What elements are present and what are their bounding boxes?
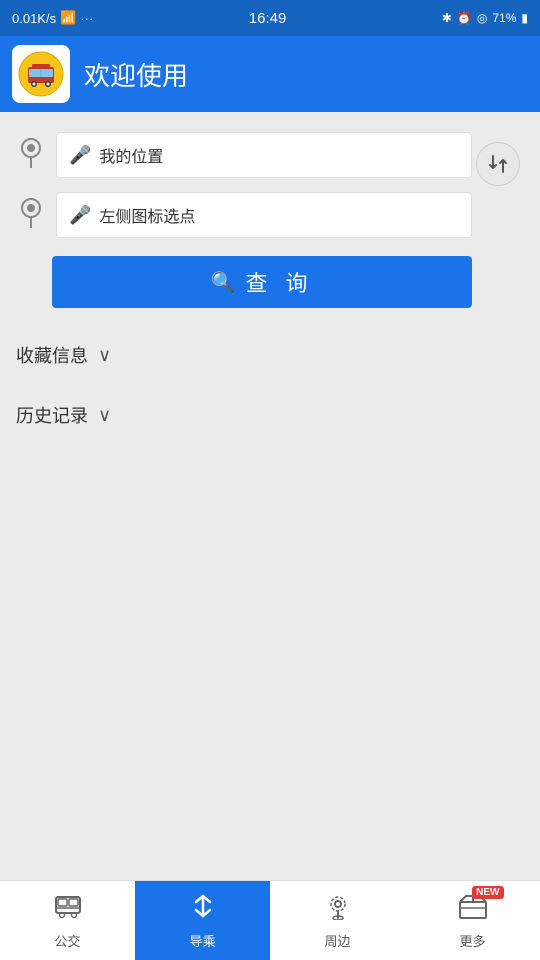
history-section[interactable]: 历史记录 ∨ — [16, 402, 524, 428]
more-label: 更多 — [459, 931, 485, 950]
destination-input-text: 左侧图标选点 — [99, 203, 195, 227]
bottom-nav: 公交 导乘 周边 — [0, 880, 540, 960]
query-button-text: 查 询 — [245, 266, 313, 298]
search-icon: 🔍 — [210, 270, 235, 295]
status-time: 16:49 — [249, 10, 287, 27]
signal-text: 0.01K/s — [12, 11, 56, 26]
bus-label: 公交 — [54, 931, 80, 950]
origin-row: 🎤 我的位置 — [16, 132, 472, 178]
history-title: 历史记录 — [16, 402, 88, 428]
query-button[interactable]: 🔍 查 询 — [52, 256, 472, 308]
guide-label: 导乘 — [189, 931, 215, 950]
destination-pin-icon — [16, 196, 46, 235]
nav-item-bus[interactable]: 公交 — [0, 881, 135, 960]
nearby-icon — [323, 892, 353, 927]
app-logo — [12, 45, 70, 103]
favorites-section[interactable]: 收藏信息 ∨ — [16, 342, 524, 368]
mic-icon-origin: 🎤 — [69, 145, 91, 166]
battery-icon: ▮ — [521, 11, 528, 25]
new-badge: NEW — [472, 886, 503, 899]
guide-icon — [188, 892, 218, 927]
status-bar: 0.01K/s 📶 ··· 16:49 ✱ ⏰ ◎ 71% ▮ — [0, 0, 540, 36]
origin-input-text: 我的位置 — [99, 143, 163, 167]
status-left: 0.01K/s 📶 ··· — [12, 10, 93, 26]
logo-svg — [18, 51, 64, 97]
bus-icon — [53, 892, 83, 927]
mic-icon-destination: 🎤 — [69, 205, 91, 226]
dots-icon: ··· — [80, 11, 93, 26]
swap-button[interactable] — [476, 142, 520, 186]
app-header: 欢迎使用 — [0, 36, 540, 112]
origin-pin-icon — [16, 136, 46, 175]
alarm-icon: ⏰ — [457, 11, 472, 25]
bluetooth-icon: ✱ — [442, 11, 452, 25]
swap-column — [472, 132, 524, 186]
nav-item-nearby[interactable]: 周边 — [270, 881, 405, 960]
search-row: 🎤 我的位置 🎤 左侧图标选点 — [16, 132, 524, 238]
nearby-label: 周边 — [324, 931, 350, 950]
inputs-column: 🎤 我的位置 🎤 左侧图标选点 — [16, 132, 472, 238]
header-title: 欢迎使用 — [84, 56, 188, 93]
more-icon — [456, 896, 490, 926]
favorites-title: 收藏信息 — [16, 342, 88, 368]
destination-input[interactable]: 🎤 左侧图标选点 — [56, 192, 472, 238]
wifi-icon: 📶 — [60, 10, 76, 26]
destination-row: 🎤 左侧图标选点 — [16, 192, 472, 238]
target-icon: ◎ — [477, 11, 487, 25]
battery-text: 71% — [492, 11, 516, 25]
nav-item-more[interactable]: NEW 更多 — [405, 881, 540, 960]
history-chevron-icon: ∨ — [98, 405, 111, 426]
status-right: ✱ ⏰ ◎ 71% ▮ — [442, 11, 528, 25]
origin-input[interactable]: 🎤 我的位置 — [56, 132, 472, 178]
nav-item-guide[interactable]: 导乘 — [135, 881, 270, 960]
favorites-chevron-icon: ∨ — [98, 345, 111, 366]
main-content: 🎤 我的位置 🎤 左侧图标选点 — [0, 112, 540, 880]
